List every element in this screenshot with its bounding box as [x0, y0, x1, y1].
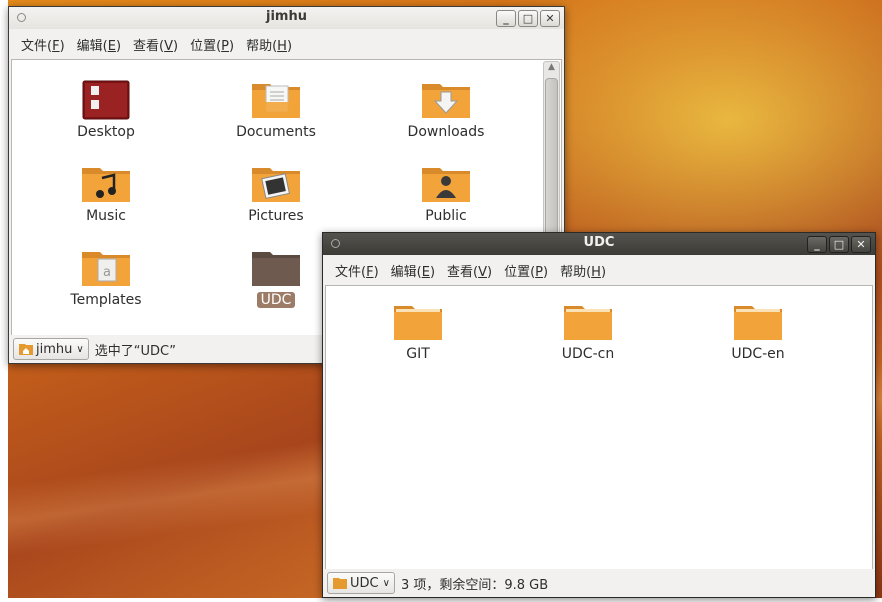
minimize-button[interactable]: _ [807, 236, 827, 253]
scroll-up-icon[interactable]: ▲ [544, 62, 559, 76]
menu-file[interactable]: 文件(F) [15, 35, 71, 54]
desktop-folder-icon [82, 80, 130, 120]
item-label: UDC [256, 292, 296, 308]
item-label: Public [425, 208, 467, 224]
item-label: Templates [70, 292, 142, 308]
menu-view[interactable]: 查看(V) [441, 261, 498, 280]
chevron-down-icon: ∨ [76, 343, 84, 355]
titlebar[interactable]: UDC _ □ ✕ [323, 233, 875, 255]
item-label: Pictures [248, 208, 304, 224]
icon-item[interactable]: Pictures [216, 164, 336, 224]
item-label: Downloads [407, 124, 485, 140]
home-folder-icon [19, 344, 33, 355]
statusbar: UDC ∨ 3 项，剩余空间：9.8 GB [323, 569, 875, 597]
item-label: Music [86, 208, 126, 224]
icon-item[interactable]: UDC-cn [528, 302, 648, 362]
menu-file[interactable]: 文件(F) [329, 261, 385, 280]
window-title: UDC [583, 235, 615, 250]
item-label: GIT [406, 346, 430, 362]
item-label: UDC-cn [561, 346, 615, 362]
icon-item-selected[interactable]: UDC [216, 248, 336, 308]
maximize-button[interactable]: □ [829, 236, 849, 253]
menubar: 文件(F) 编辑(E) 查看(V) 位置(P) 帮助(H) [9, 29, 564, 59]
chevron-down-icon: ∨ [382, 577, 390, 589]
folder-icon [333, 578, 347, 589]
location-button[interactable]: UDC ∨ [327, 572, 395, 594]
icon-view[interactable]: GIT UDC-cn UDC-en [325, 285, 873, 571]
icon-item[interactable]: Music [46, 164, 166, 224]
menu-help[interactable]: 帮助(H) [554, 261, 612, 280]
svg-text:a: a [103, 265, 111, 280]
menubar: 文件(F) 编辑(E) 查看(V) 位置(P) 帮助(H) [323, 255, 875, 285]
icon-item[interactable]: Downloads [386, 80, 506, 140]
location-label: jimhu [36, 341, 73, 357]
item-label: Documents [236, 124, 316, 140]
downloads-folder-icon [422, 84, 470, 118]
folder-icon [394, 306, 442, 340]
folder-icon [734, 306, 782, 340]
file-manager-window-udc: UDC _ □ ✕ 文件(F) 编辑(E) 查看(V) 位置(P) 帮助(H) … [322, 232, 876, 598]
location-label: UDC [350, 575, 379, 591]
documents-folder-icon [252, 84, 300, 118]
window-title: jimhu [266, 9, 307, 24]
location-button[interactable]: jimhu ∨ [13, 338, 89, 360]
icon-item[interactable]: Desktop [46, 80, 166, 140]
pictures-folder-icon [252, 168, 300, 202]
menu-view[interactable]: 查看(V) [127, 35, 184, 54]
icon-item[interactable]: GIT [358, 302, 478, 362]
menu-edit[interactable]: 编辑(E) [385, 261, 441, 280]
status-text: 选中了“UDC” [94, 343, 177, 359]
folder-icon [564, 306, 612, 340]
close-button[interactable]: ✕ [851, 236, 871, 253]
folder-icon [252, 252, 300, 286]
menu-help[interactable]: 帮助(H) [240, 35, 298, 54]
icon-item[interactable]: a Templates [46, 248, 166, 308]
menu-places[interactable]: 位置(P) [184, 35, 240, 54]
music-folder-icon [82, 168, 130, 202]
titlebar[interactable]: jimhu _ □ ✕ [9, 7, 564, 29]
item-label: UDC-en [731, 346, 785, 362]
menu-edit[interactable]: 编辑(E) [71, 35, 127, 54]
item-label: Desktop [77, 124, 135, 140]
menu-places[interactable]: 位置(P) [498, 261, 554, 280]
icon-item[interactable]: UDC-en [698, 302, 818, 362]
maximize-button[interactable]: □ [518, 10, 538, 27]
public-folder-icon [422, 168, 470, 202]
icon-item[interactable]: Documents [216, 80, 336, 140]
status-text: 3 项，剩余空间：9.8 GB [400, 577, 549, 593]
templates-folder-icon: a [82, 252, 130, 286]
icon-item[interactable]: Public [386, 164, 506, 224]
close-button[interactable]: ✕ [540, 10, 560, 27]
scrollbar-thumb[interactable] [545, 78, 558, 258]
minimize-button[interactable]: _ [496, 10, 516, 27]
